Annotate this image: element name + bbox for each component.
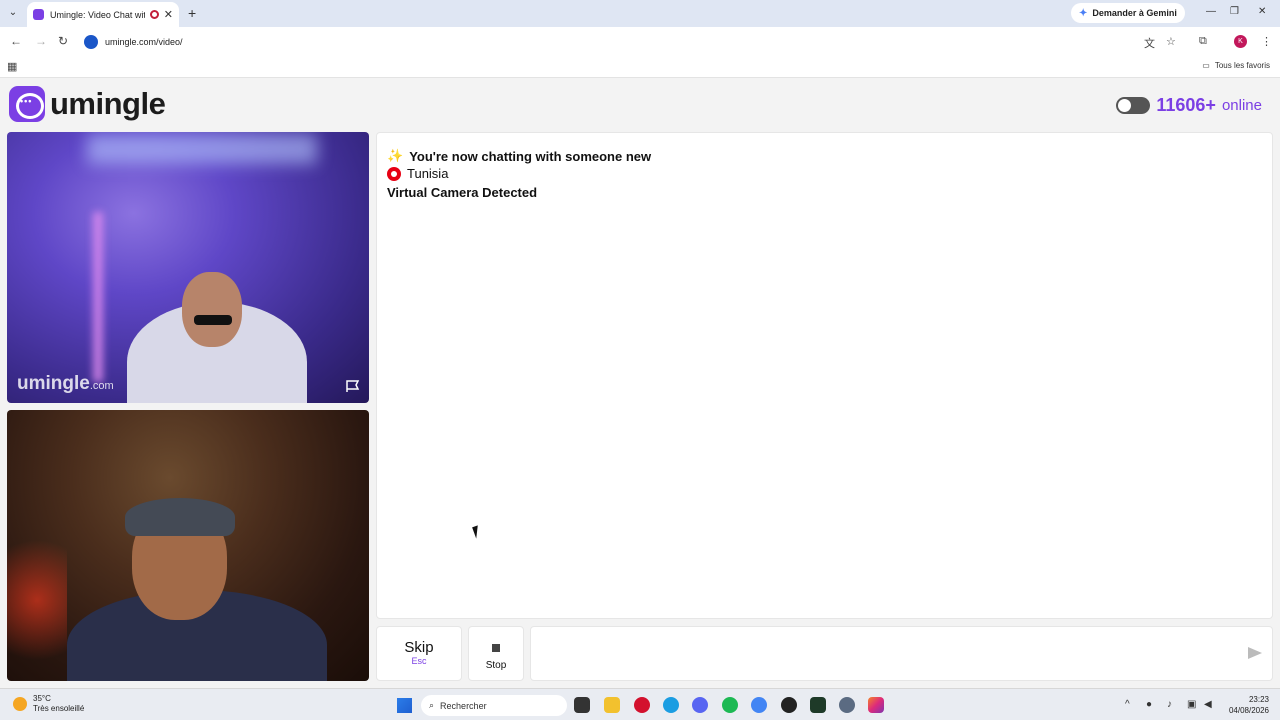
file-explorer-icon[interactable] xyxy=(604,697,620,713)
url-text: umingle.com/video/ xyxy=(105,36,183,47)
browser-tab[interactable]: Umingle: Video Chat with S ✕ xyxy=(27,2,179,27)
umingle-favicon-icon xyxy=(33,9,44,20)
network-icon[interactable]: ▣ xyxy=(1187,699,1196,710)
message-input[interactable] xyxy=(530,626,1273,681)
search-placeholder: Rechercher xyxy=(440,700,487,711)
restore-icon[interactable]: ❐ xyxy=(1230,6,1239,17)
address-bar-row: ← → ↻ umingle.com/video/ 文 ☆ ⧉ ⋮ xyxy=(0,27,1280,56)
folder-icon: ▭ xyxy=(1202,61,1210,70)
discord-icon[interactable] xyxy=(692,697,708,713)
tray-chevron-icon[interactable]: ^ xyxy=(1125,699,1130,710)
logo-text: umingle xyxy=(50,86,166,121)
ceiling-light xyxy=(87,134,317,164)
chat-message: Virtual Camera Detected xyxy=(387,185,537,200)
all-bookmarks-label: Tous les favoris xyxy=(1214,61,1270,70)
neon-light xyxy=(93,212,103,382)
chat-message-text: You're now chatting with someone new xyxy=(409,148,652,164)
theme-toggle[interactable] xyxy=(1116,97,1151,114)
stranger-video: umingle.com xyxy=(7,132,369,403)
tray-app-icon[interactable]: ● xyxy=(1146,699,1152,710)
microphone-icon[interactable]: ♪ xyxy=(1167,699,1172,710)
forward-icon[interactable]: → xyxy=(35,34,47,48)
gemini-button[interactable]: ✦ Demander à Gemini xyxy=(1071,3,1185,23)
chat-message-text: Tunisia xyxy=(407,166,449,181)
watermark-suffix: .com xyxy=(89,380,114,392)
string-lights xyxy=(7,520,67,680)
skip-button[interactable]: Skip Esc xyxy=(376,626,462,681)
settings-icon[interactable] xyxy=(839,697,855,713)
minimize-icon[interactable]: — xyxy=(1206,6,1216,17)
cap-headphones xyxy=(125,498,235,536)
opera-icon[interactable] xyxy=(634,697,650,713)
taskbar-search[interactable]: ⌕ Rechercher xyxy=(421,695,567,716)
tunisia-flag-icon xyxy=(387,166,401,181)
self-video xyxy=(7,410,369,681)
profile-avatar[interactable]: K xyxy=(1234,35,1247,48)
chat-panel: ✨ You're now chatting with someone new T… xyxy=(376,132,1273,619)
chat-message: Tunisia xyxy=(387,166,448,181)
search-icon: ⌕ xyxy=(429,700,435,710)
site-info-icon[interactable] xyxy=(84,34,98,49)
online-indicator: 11606+ online xyxy=(1116,95,1262,116)
taskbar: 35°C Très ensoleillé ⌕ Rechercher ^ ● ♪ … xyxy=(0,688,1280,720)
umingle-logo[interactable]: umingle xyxy=(9,86,166,122)
chrome-icon[interactable] xyxy=(751,697,767,713)
stranger-head xyxy=(182,272,242,347)
sparkle-icon: ✨ xyxy=(387,148,404,163)
sunglasses xyxy=(194,315,232,325)
menu-kebab-icon[interactable]: ⋮ xyxy=(1261,35,1272,48)
obs-icon[interactable] xyxy=(781,697,797,713)
translate-icon[interactable]: 文 xyxy=(1144,35,1155,51)
volume-icon[interactable]: ◀ xyxy=(1204,699,1212,710)
spotify-icon[interactable] xyxy=(722,697,738,713)
close-window-icon[interactable]: ✕ xyxy=(1258,6,1266,17)
online-label: online xyxy=(1221,97,1262,114)
back-icon[interactable]: ← xyxy=(10,34,22,48)
stop-label: Stop xyxy=(485,660,507,671)
clock[interactable]: 23:23 04/08/2026 xyxy=(1225,694,1269,716)
sun-icon xyxy=(13,697,27,711)
time: 23:23 xyxy=(1248,695,1269,704)
all-bookmarks-button[interactable]: ▭ Tous les favoris xyxy=(1202,61,1270,70)
temperature: 35°C xyxy=(33,694,51,703)
url-field[interactable]: umingle.com/video/ xyxy=(84,32,1134,51)
new-tab-icon[interactable]: + xyxy=(188,5,196,21)
stop-button[interactable]: Stop xyxy=(468,626,524,681)
video-watermark: umingle.com xyxy=(17,373,114,395)
reload-icon[interactable]: ↻ xyxy=(58,34,68,48)
chat-message: ✨ You're now chatting with someone new xyxy=(387,148,651,164)
watermark-main: umingle xyxy=(17,373,90,394)
extensions-icon[interactable]: ⧉ xyxy=(1199,35,1207,48)
stop-icon xyxy=(492,644,500,652)
recording-icon xyxy=(149,10,159,19)
page: umingle 11606+ online umingle.com ✨ You'… xyxy=(0,79,1280,687)
skip-label: Skip xyxy=(404,639,434,656)
browser-tab-bar: ⌄ Umingle: Video Chat with S ✕ + ✦ Deman… xyxy=(0,0,1280,27)
terminal-app-icon[interactable] xyxy=(810,697,826,713)
bookmarks-bar: ▦ ▭ Tous les favoris xyxy=(0,56,1280,78)
close-tab-icon[interactable]: ✕ xyxy=(164,8,173,21)
weather-condition: Très ensoleillé xyxy=(33,704,85,713)
date: 04/08/2026 xyxy=(1228,706,1269,715)
bookmark-star-icon[interactable]: ☆ xyxy=(1166,35,1176,48)
report-flag-icon[interactable] xyxy=(345,379,361,393)
tab-search-icon[interactable]: ⌄ xyxy=(5,5,21,21)
weather-widget[interactable]: 35°C Très ensoleillé xyxy=(13,694,84,714)
apps-grid-icon[interactable]: ▦ xyxy=(7,60,17,73)
send-icon[interactable] xyxy=(1248,647,1262,659)
chat-message-text: Virtual Camera Detected xyxy=(387,185,538,200)
gemini-sparkle-icon: ✦ xyxy=(1079,7,1088,19)
windows-start-icon[interactable] xyxy=(397,698,412,713)
task-view-icon[interactable] xyxy=(574,697,590,713)
online-count: 11606+ xyxy=(1156,95,1216,115)
edge-icon[interactable] xyxy=(663,697,679,713)
gemini-button-label: Demander à Gemini xyxy=(1092,8,1177,18)
tab-title: Umingle: Video Chat with S xyxy=(50,9,145,20)
chat-bubble-icon xyxy=(9,86,45,122)
instagram-icon[interactable] xyxy=(868,697,884,713)
skip-shortcut-hint: Esc xyxy=(411,656,427,666)
